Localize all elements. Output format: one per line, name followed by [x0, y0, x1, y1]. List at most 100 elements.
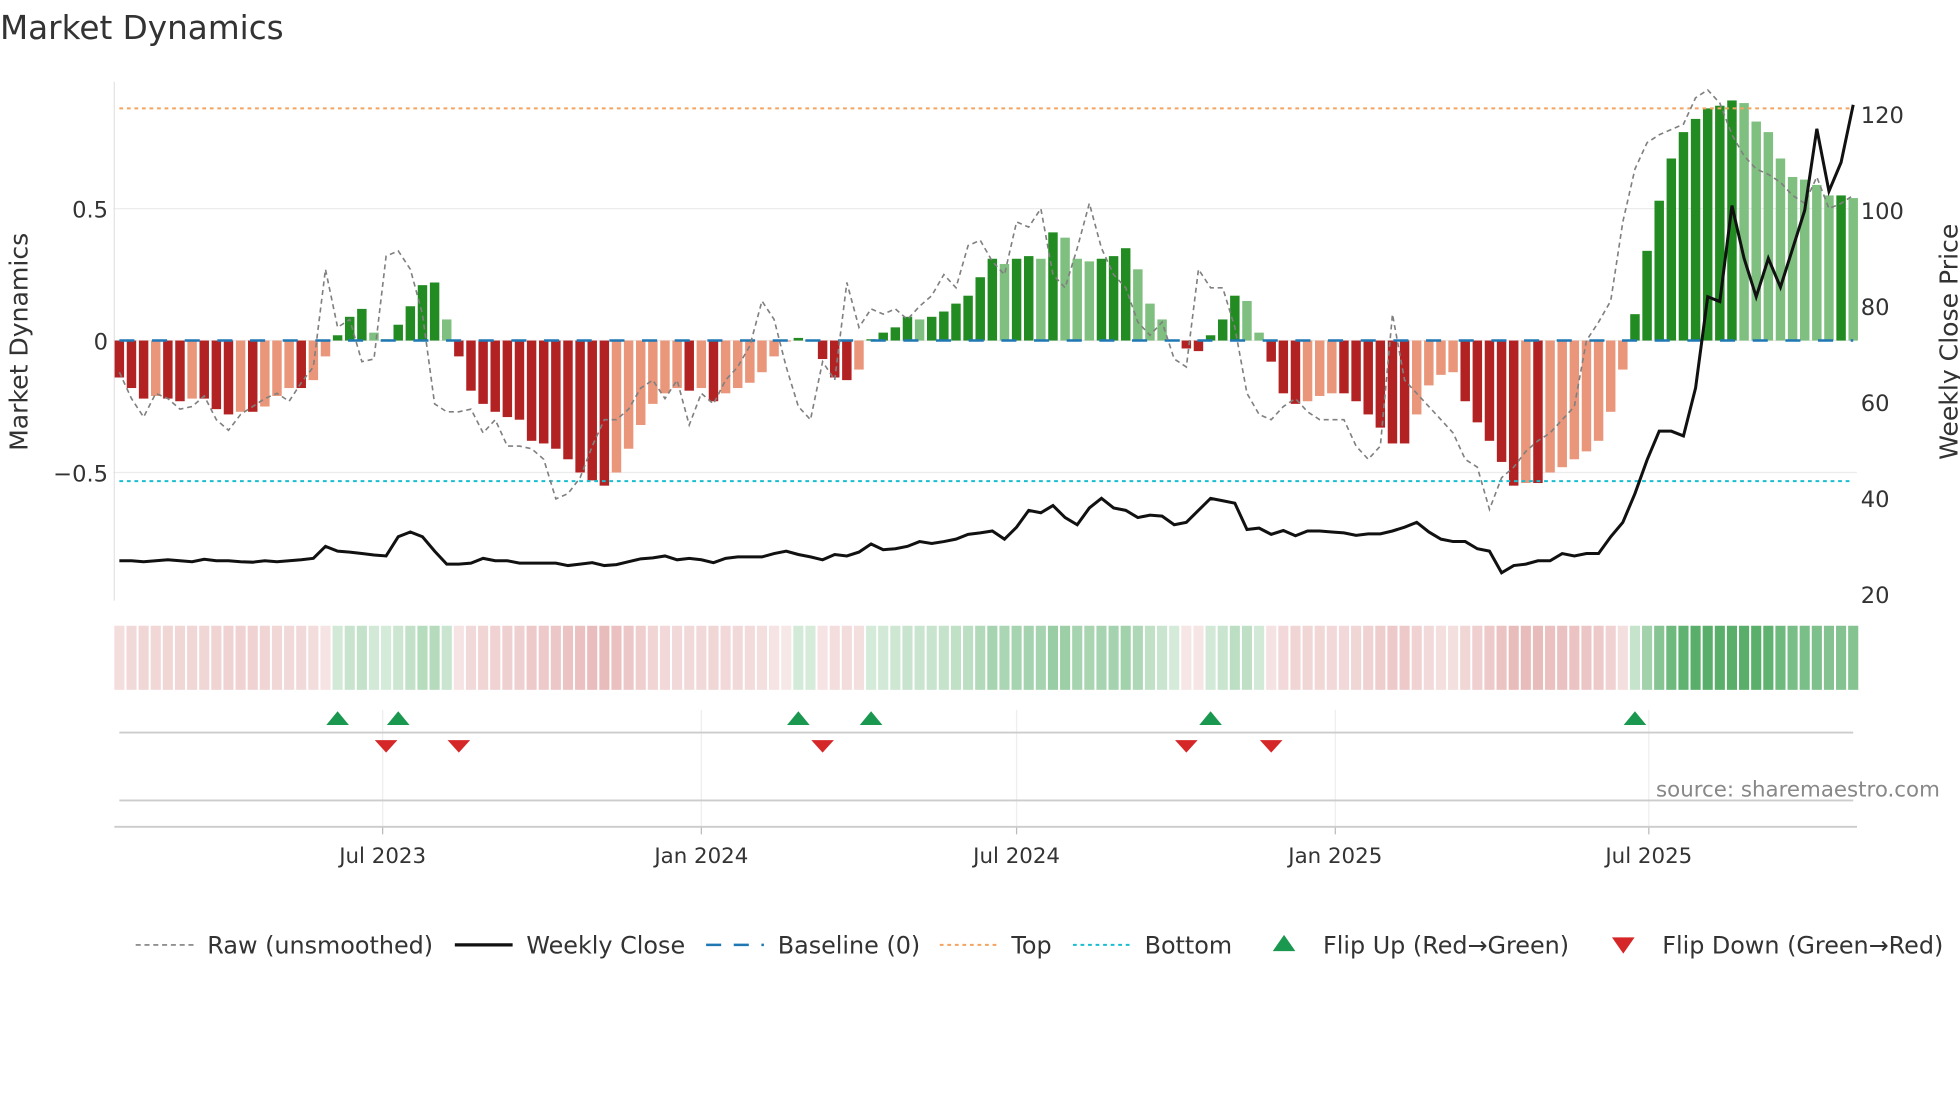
strip-cell: [1205, 625, 1216, 690]
strip-cell: [659, 625, 671, 690]
strip-cell: [526, 625, 537, 690]
strip-cell: [1169, 625, 1180, 690]
strip-cell: [187, 625, 198, 690]
lines: [118, 88, 1855, 575]
strip-cell: [1023, 625, 1034, 690]
strip-cell: [853, 625, 865, 690]
strip-cell: [1726, 625, 1738, 690]
strip-cell: [817, 625, 828, 690]
flip-down-marker: [811, 740, 834, 753]
dynamics-bar: [1278, 340, 1289, 394]
strip-cell: [866, 625, 877, 690]
strip-cell: [1763, 625, 1774, 690]
dynamics-bar: [187, 340, 197, 399]
strip-cell: [769, 625, 780, 690]
dynamics-bar: [1266, 340, 1276, 362]
strip-cell: [259, 625, 270, 690]
dynamics-bar: [635, 340, 646, 425]
flip-down-marker: [1259, 740, 1283, 753]
strip-cell: [587, 625, 598, 690]
dynamics-bar: [1048, 232, 1058, 341]
y2-tick-label: 100: [1861, 199, 1904, 225]
y-axis-label: Market Dynamics: [5, 233, 34, 451]
strip-cell: [1266, 625, 1277, 690]
strip-cell: [841, 625, 852, 690]
dynamics-bar: [1581, 340, 1592, 452]
strip-cell: [1751, 625, 1762, 690]
dynamics-bar: [1242, 300, 1252, 341]
strip-cell: [1254, 625, 1265, 690]
y2-tick-label: 40: [1861, 487, 1890, 513]
strip-cell: [1642, 625, 1653, 690]
dynamics-bar: [211, 340, 222, 410]
dynamics-bar: [163, 340, 173, 399]
strip-cell: [1217, 625, 1228, 690]
strip-cell: [465, 625, 477, 690]
flip-down-marker: [1175, 740, 1198, 753]
strip-cell: [1484, 625, 1495, 690]
legend-label: Bottom: [1145, 932, 1233, 960]
dynamics-bar: [454, 340, 464, 357]
dynamics-bar: [1654, 200, 1664, 341]
strip-cell: [684, 625, 695, 690]
strip-cell: [211, 625, 222, 690]
strip-cell: [987, 625, 998, 690]
strip-cell: [1290, 625, 1301, 690]
strip-cell: [829, 625, 840, 690]
strip-cell: [1181, 625, 1192, 690]
strip-cell: [1084, 625, 1095, 690]
strip-cell: [1375, 625, 1386, 690]
dynamics-bar: [854, 340, 864, 370]
strip-cell: [1047, 625, 1059, 690]
dynamics-bar: [890, 327, 901, 341]
dynamics-bar: [757, 340, 767, 373]
legend-label: Top: [1010, 932, 1051, 960]
y-tick-label: −0.5: [53, 461, 108, 487]
dynamics-bar: [1739, 103, 1749, 341]
dynamics-bar: [793, 337, 804, 341]
dynamics-bar: [1848, 198, 1858, 341]
dynamics-bar: [1751, 121, 1761, 341]
strip-cell: [393, 625, 404, 690]
dynamics-bar: [575, 340, 585, 473]
strip-cell: [1666, 625, 1677, 690]
dynamics-bar: [1605, 340, 1616, 412]
strip-cell: [1702, 625, 1713, 690]
dynamics-bar: [466, 340, 476, 391]
dynamics-bar: [1836, 195, 1846, 341]
strip-cell: [1072, 625, 1083, 690]
strip-cell: [1399, 625, 1410, 690]
strip-cell: [1011, 625, 1022, 690]
strip-cell: [199, 625, 210, 690]
dynamics-bar: [151, 340, 161, 396]
strip-cell: [732, 625, 743, 690]
strip-cell: [538, 625, 549, 690]
strip-cell: [1581, 625, 1592, 690]
dynamics-bar: [199, 340, 209, 399]
dynamics-bar: [1084, 261, 1095, 341]
strip-cell: [308, 625, 319, 690]
legend-flip-up-icon: [1272, 934, 1296, 952]
axes: 0.5 0 −0.5 20 40 60 80 100 120 Jul 2023 Jan 2024 Ju…: [53, 103, 1904, 869]
strip-cell: [1520, 625, 1531, 690]
dynamics-bar: [1666, 158, 1677, 341]
dynamics-bar: [490, 340, 500, 412]
legend-label: Flip Down (Green→Red): [1662, 932, 1943, 960]
strip-cell: [514, 625, 525, 690]
dynamics-bar: [235, 340, 246, 412]
dynamics-bar: [1290, 340, 1301, 404]
dynamics-bar: [902, 316, 913, 341]
strip-cell: [429, 625, 440, 690]
regime-strip: [114, 625, 1859, 690]
strip-cell: [1799, 625, 1810, 690]
dynamics-bar: [332, 335, 343, 341]
strip-cell: [114, 625, 125, 690]
dynamics-bar: [1314, 340, 1325, 396]
source-text: source: sharemaestro.com: [1656, 778, 1940, 803]
strip-cell: [1157, 625, 1168, 690]
dynamics-bar: [126, 340, 137, 389]
strip-cell: [296, 625, 307, 690]
strip-cell: [1775, 625, 1786, 690]
dynamics-bar: [1460, 340, 1470, 402]
dynamics-bar: [1545, 340, 1555, 473]
